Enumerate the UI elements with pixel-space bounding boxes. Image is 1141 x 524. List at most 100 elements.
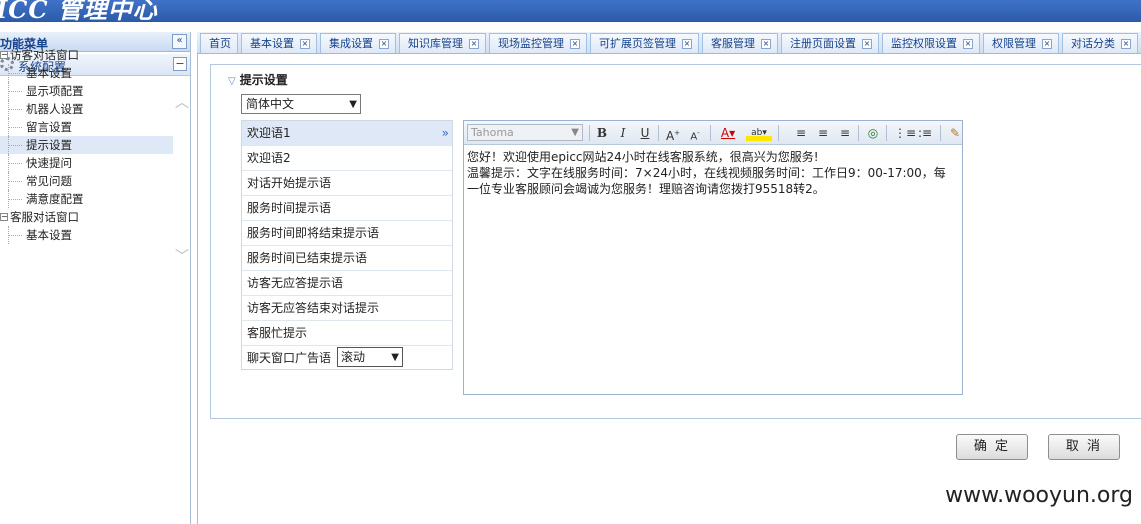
top-banner: ICC 管理中心 bbox=[0, 0, 1141, 22]
editor-line: 一位专业客服顾问会竭诚为您服务！理赔咨询请您拨打95518转2。 bbox=[467, 182, 825, 196]
tab[interactable]: 知识库管理 × bbox=[399, 33, 486, 53]
watermark: www.wooyun.org bbox=[945, 483, 1133, 508]
prompt-list-item[interactable]: 对话开始提示语 bbox=[242, 171, 452, 196]
close-icon[interactable]: × bbox=[682, 39, 692, 49]
tree-item-label: 提示设置 bbox=[26, 138, 72, 152]
tab-label: 权限管理 bbox=[992, 37, 1036, 50]
prompt-list-item[interactable]: 欢迎语2 bbox=[242, 146, 452, 171]
tab[interactable]: 集成设置 × bbox=[320, 33, 396, 53]
chevron-down-icon: ▼ bbox=[391, 352, 399, 363]
ad-mode-select[interactable]: 滚动 ▼ bbox=[337, 347, 403, 367]
prompt-list-item-label: 欢迎语2 bbox=[247, 151, 291, 165]
collapse-sidebar-button[interactable]: « bbox=[172, 34, 187, 49]
tree-item[interactable]: 常见问题 bbox=[0, 172, 173, 190]
tree-item[interactable]: 满意度配置 bbox=[0, 190, 173, 208]
tree-item-label: 快速提问 bbox=[26, 156, 72, 170]
font-family-value: Tahoma bbox=[471, 126, 514, 139]
tree-item[interactable]: 提示设置 bbox=[0, 136, 173, 154]
tab[interactable]: 权限管理 × bbox=[983, 33, 1059, 53]
sidebar-tree: − 访客对话窗口 基本设置 显示项配置 机器人设置 留言设置 提示设置 快速提问 常见问题 满意度… bbox=[0, 46, 173, 244]
prompt-list-item[interactable]: 服务时间已结束提示语 bbox=[242, 246, 452, 271]
font-size-increase-icon[interactable]: A+ bbox=[664, 125, 682, 143]
chevron-down-icon: ▽ bbox=[228, 76, 236, 87]
tab[interactable]: 基本设置 × bbox=[241, 33, 317, 53]
collapse-toggle-icon[interactable]: − bbox=[0, 213, 8, 221]
tab[interactable]: 客服管理 × bbox=[702, 33, 778, 53]
tree-item[interactable]: 基本设置 bbox=[0, 64, 173, 82]
close-icon[interactable]: × bbox=[1121, 39, 1131, 49]
ad-mode-value: 滚动 bbox=[341, 350, 366, 364]
prompt-list-item[interactable]: 访客无应答提示语 bbox=[242, 271, 452, 296]
close-icon[interactable]: × bbox=[761, 39, 771, 49]
prompt-list-item[interactable]: 服务时间提示语 bbox=[242, 196, 452, 221]
tab-label: 基本设置 bbox=[250, 37, 294, 50]
double-chevron-right-icon: » bbox=[441, 126, 449, 140]
tab[interactable]: 对话分类 × bbox=[1062, 33, 1138, 53]
font-family-select[interactable]: Tahoma ▼ bbox=[467, 124, 583, 141]
confirm-button[interactable]: 确 定 bbox=[956, 434, 1028, 460]
font-color-icon[interactable]: A▾ bbox=[716, 125, 740, 141]
tree-item[interactable]: 显示项配置 bbox=[0, 82, 173, 100]
bold-icon[interactable]: B bbox=[593, 125, 611, 141]
tree-group[interactable]: − 访客对话窗口 bbox=[0, 46, 173, 64]
tab[interactable]: 监控权限设置 × bbox=[882, 33, 980, 53]
prompt-list-item[interactable]: 访客无应答结束对话提示 bbox=[242, 296, 452, 321]
link-icon[interactable]: ◎ bbox=[864, 125, 882, 141]
prompt-list-item-label: 服务时间提示语 bbox=[247, 201, 332, 215]
italic-icon[interactable]: I bbox=[614, 125, 632, 141]
prompt-list-item[interactable]: 客服忙提示 bbox=[242, 321, 452, 346]
toolbar-separator bbox=[858, 125, 859, 141]
collapse-toggle-icon[interactable]: − bbox=[0, 51, 8, 59]
scroll-down-icon[interactable]: ﹀ bbox=[175, 246, 189, 265]
close-icon[interactable]: × bbox=[570, 39, 580, 49]
highlight-icon[interactable]: ab▾ bbox=[746, 125, 772, 141]
cancel-button[interactable]: 取 消 bbox=[1048, 434, 1120, 460]
prompt-list-item[interactable]: 欢迎语1 » bbox=[242, 121, 452, 146]
tab[interactable]: 可扩展页签管理 × bbox=[590, 33, 699, 53]
toolbar-separator bbox=[886, 125, 887, 141]
toolbar-separator bbox=[778, 125, 779, 141]
tree-item[interactable]: 快速提问 bbox=[0, 154, 173, 172]
ordered-list-icon[interactable]: ⋮≡ bbox=[894, 125, 916, 141]
tab-label: 可扩展页签管理 bbox=[599, 37, 676, 50]
prompt-list-item-label: 服务时间即将结束提示语 bbox=[247, 226, 380, 240]
tree-item[interactable]: 留言设置 bbox=[0, 118, 173, 136]
align-left-icon[interactable]: ≡ bbox=[792, 125, 810, 141]
tab[interactable]: 现场监控管理 × bbox=[489, 33, 587, 53]
font-size-decrease-icon[interactable]: A- bbox=[686, 125, 704, 142]
tree-item-label: 常见问题 bbox=[26, 174, 72, 188]
prompt-list-item-label: 访客无应答提示语 bbox=[247, 276, 344, 290]
tree-group[interactable]: − 客服对话窗口 bbox=[0, 208, 173, 226]
close-icon[interactable]: × bbox=[379, 39, 389, 49]
underline-icon[interactable]: U bbox=[636, 125, 654, 141]
close-icon[interactable]: × bbox=[1042, 39, 1052, 49]
language-select-value: 简体中文 bbox=[246, 97, 295, 111]
scroll-up-icon[interactable]: ︿ bbox=[175, 92, 189, 111]
tab[interactable]: 首页 bbox=[200, 33, 238, 53]
tree-item-label: 基本设置 bbox=[26, 228, 72, 242]
close-icon[interactable]: × bbox=[963, 39, 973, 49]
close-icon[interactable]: × bbox=[300, 39, 310, 49]
content-divider bbox=[197, 54, 198, 524]
close-icon[interactable]: × bbox=[862, 39, 872, 49]
chevron-down-icon: ▼ bbox=[349, 99, 357, 110]
edit-source-icon[interactable]: ✎ bbox=[946, 125, 964, 141]
unordered-list-icon[interactable]: :≡ bbox=[916, 125, 934, 141]
align-right-icon[interactable]: ≡ bbox=[836, 125, 854, 141]
align-center-icon[interactable]: ≡ bbox=[814, 125, 832, 141]
tab[interactable]: 注册页面设置 × bbox=[781, 33, 879, 53]
tree-item[interactable]: 机器人设置 bbox=[0, 100, 173, 118]
prompt-list: 欢迎语1 » 欢迎语2 对话开始提示语服务时间提示语服务时间即将结束提示语服务时间已结… bbox=[241, 120, 453, 370]
tree-item-label: 访客对话窗口 bbox=[10, 48, 79, 62]
tree-item[interactable]: 基本设置 bbox=[0, 226, 173, 244]
tree-item-label: 基本设置 bbox=[26, 66, 72, 80]
language-select[interactable]: 简体中文 ▼ bbox=[241, 94, 361, 114]
close-icon[interactable]: × bbox=[469, 39, 479, 49]
tab-label: 集成设置 bbox=[329, 37, 373, 50]
panel-title[interactable]: ▽ 提示设置 bbox=[228, 71, 288, 88]
editor-content[interactable]: 您好！欢迎使用epicc网站24小时在线客服系统，很高兴为您服务! 温馨提示：文… bbox=[464, 145, 962, 201]
prompt-list-item[interactable]: 服务时间即将结束提示语 bbox=[242, 221, 452, 246]
collapse-section-button[interactable]: − bbox=[173, 57, 187, 71]
tab-label: 知识库管理 bbox=[408, 37, 463, 50]
tab-label: 对话分类 bbox=[1071, 37, 1115, 50]
